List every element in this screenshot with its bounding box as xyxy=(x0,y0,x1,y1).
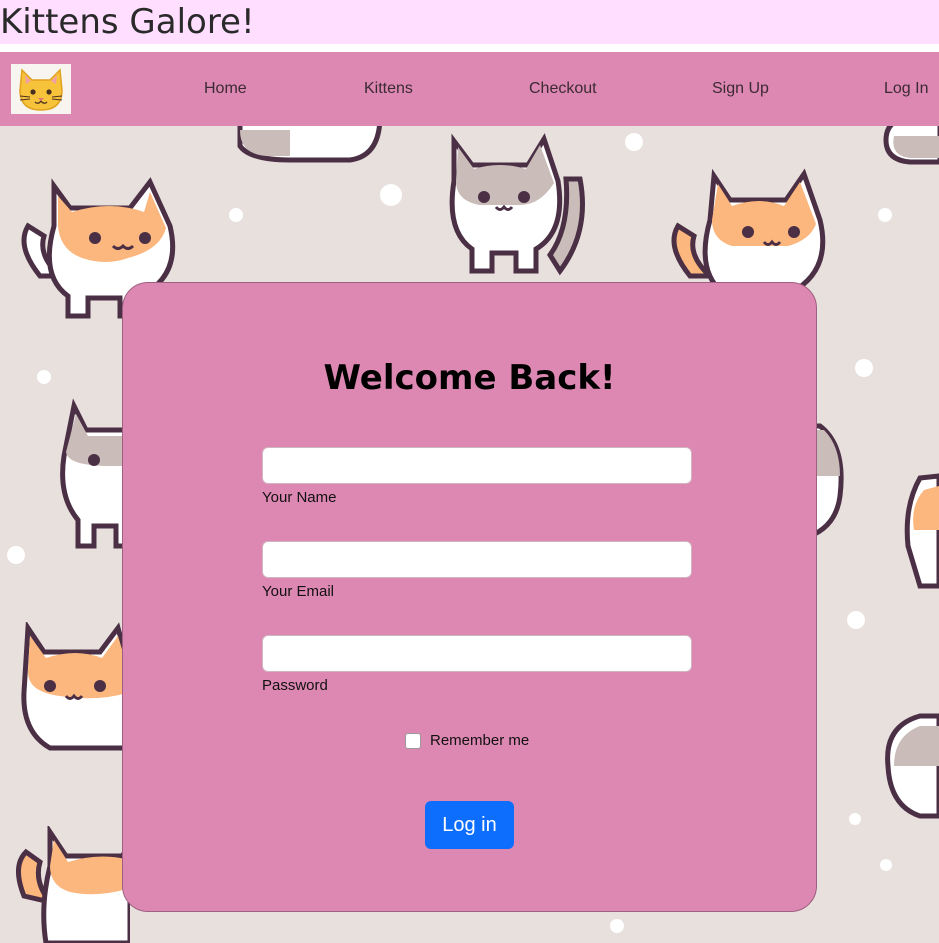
background-dot xyxy=(625,133,643,151)
nav-home-link[interactable]: Home xyxy=(204,52,247,126)
background-dot xyxy=(849,813,861,825)
background-dot xyxy=(229,208,243,222)
background-dot xyxy=(847,611,865,629)
grey-kitten-illustration xyxy=(237,126,382,163)
background-dot xyxy=(7,546,25,564)
remember-me-checkbox[interactable] xyxy=(405,733,421,749)
orange-kitten-illustration xyxy=(21,622,130,751)
orange-kitten-illustration xyxy=(16,826,130,943)
nav-kittens-link[interactable]: Kittens xyxy=(364,52,413,126)
remember-me-label[interactable]: Remember me xyxy=(430,732,529,750)
navbar: Home Kittens Checkout Sign Up Log In xyxy=(0,52,939,126)
name-label: Your Name xyxy=(262,489,337,506)
orange-kitten-illustration xyxy=(904,473,939,589)
name-input[interactable] xyxy=(262,447,692,484)
background-dot xyxy=(610,919,624,933)
cat-face-icon xyxy=(19,68,63,111)
email-input[interactable] xyxy=(262,541,692,578)
grey-kitten-illustration xyxy=(449,133,585,276)
background-dot xyxy=(878,208,892,222)
background-dot xyxy=(380,184,402,206)
password-input[interactable] xyxy=(262,635,692,672)
email-label: Your Email xyxy=(262,583,334,600)
nav-signup-link[interactable]: Sign Up xyxy=(712,52,769,126)
grey-kitten-illustration xyxy=(883,126,939,165)
site-title: Kittens Galore! xyxy=(0,2,255,42)
password-label: Password xyxy=(262,677,328,694)
nav-login-link[interactable]: Log In xyxy=(884,52,928,126)
background-dot xyxy=(880,859,892,871)
grey-kitten-illustration xyxy=(885,713,939,819)
login-submit-button[interactable]: Log in xyxy=(425,801,514,849)
logo-link[interactable] xyxy=(11,64,71,114)
login-heading: Welcome Back! xyxy=(323,358,616,398)
site-header: Kittens Galore! xyxy=(0,0,939,44)
nav-checkout-link[interactable]: Checkout xyxy=(529,52,597,126)
grey-kitten-illustration xyxy=(60,398,130,549)
